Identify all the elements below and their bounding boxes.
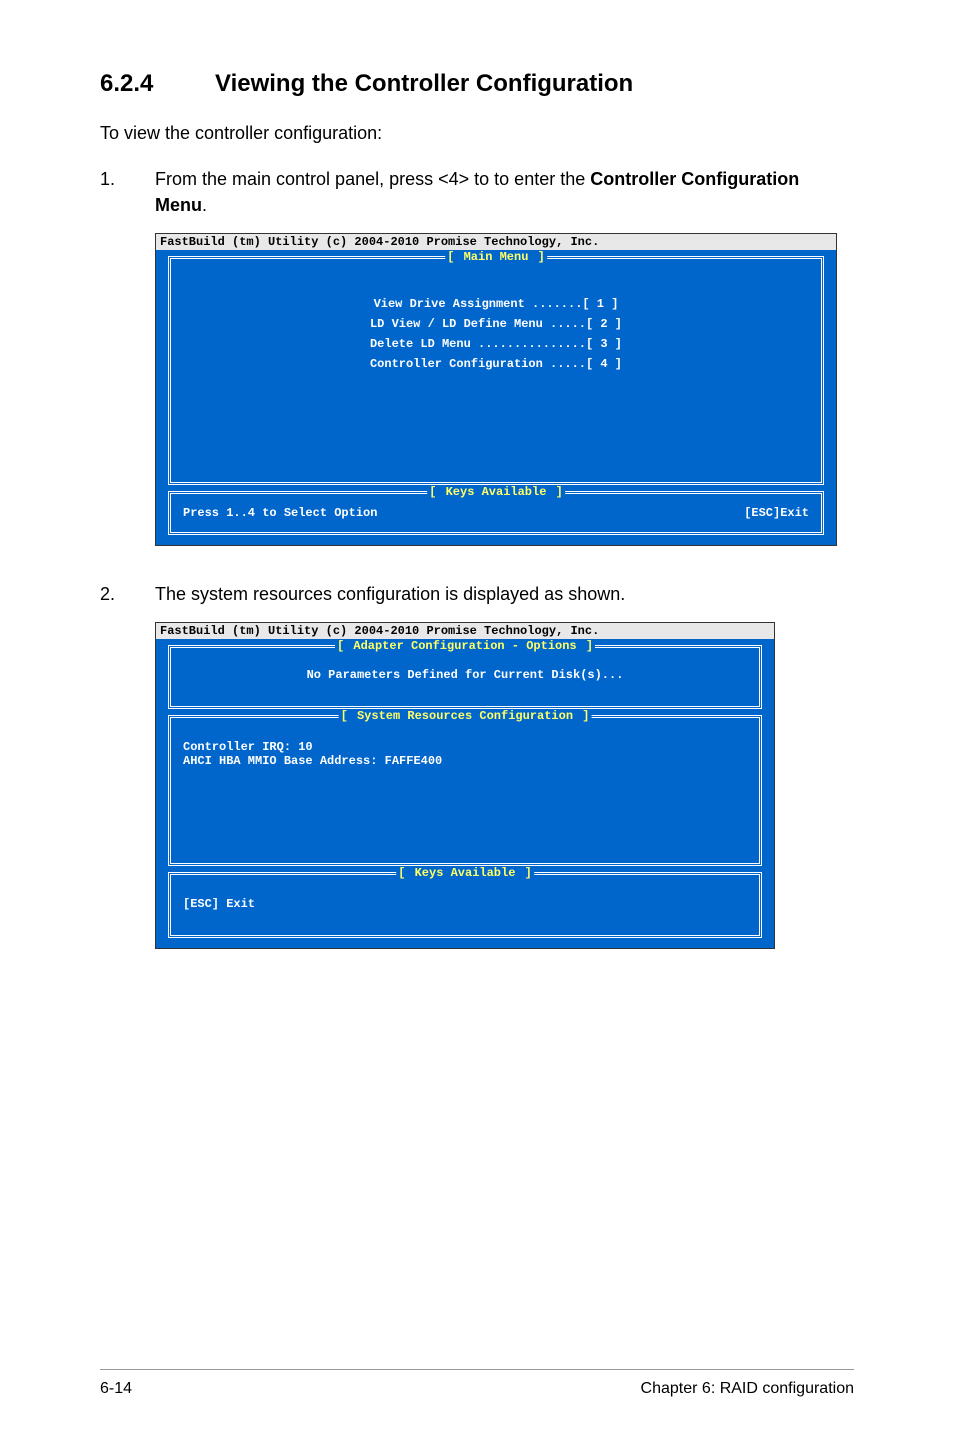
keys-title: Keys Available bbox=[427, 485, 565, 499]
keys-box-2: Keys Available [ESC] Exit bbox=[168, 872, 762, 938]
footer-page-number: 6-14 bbox=[100, 1380, 132, 1398]
main-menu-box: Main Menu View Drive Assignment .......[… bbox=[168, 256, 824, 485]
page-footer: 6-14 Chapter 6: RAID configuration bbox=[100, 1369, 854, 1398]
keys-row: Press 1..4 to Select Option [ESC]Exit bbox=[183, 506, 809, 520]
section-heading: 6.2.4Viewing the Controller Configuratio… bbox=[100, 70, 854, 98]
step-number: 1. bbox=[100, 166, 155, 218]
sysres-content: Controller IRQ: 10 AHCI HBA MMIO Base Ad… bbox=[183, 728, 747, 853]
screenshot-main-menu: FastBuild (tm) Utility (c) 2004-2010 Pro… bbox=[155, 233, 837, 546]
step-2: 2. The system resources configuration is… bbox=[100, 581, 854, 607]
keys-line-2: [ESC] Exit bbox=[183, 897, 747, 911]
keys-content-2: [ESC] Exit bbox=[183, 885, 747, 925]
keys-title-2: Keys Available bbox=[396, 866, 534, 880]
menu-item-1: View Drive Assignment .......[ 1 ] bbox=[370, 297, 622, 311]
sysres-title: System Resources Configuration bbox=[339, 709, 592, 723]
step-content: From the main control panel, press <4> t… bbox=[155, 166, 854, 218]
step-number: 2. bbox=[100, 581, 155, 607]
screenshot-header: FastBuild (tm) Utility (c) 2004-2010 Pro… bbox=[156, 234, 836, 250]
menu-item-3: Delete LD Menu ...............[ 3 ] bbox=[370, 337, 622, 351]
footer-chapter: Chapter 6: RAID configuration bbox=[641, 1380, 854, 1398]
screenshot-sysres: FastBuild (tm) Utility (c) 2004-2010 Pro… bbox=[155, 622, 775, 949]
screenshot-header-2: FastBuild (tm) Utility (c) 2004-2010 Pro… bbox=[156, 623, 774, 639]
main-menu-title: Main Menu bbox=[445, 250, 547, 264]
sysres-line1: Controller IRQ: 10 bbox=[183, 740, 747, 754]
keys-box: Keys Available Press 1..4 to Select Opti… bbox=[168, 491, 824, 535]
adapter-title: Adapter Configuration - Options bbox=[335, 639, 595, 653]
sysres-line2: AHCI HBA MMIO Base Address: FAFFE400 bbox=[183, 754, 747, 768]
menu-item-2: LD View / LD Define Menu .....[ 2 ] bbox=[370, 317, 622, 331]
keys-right: [ESC]Exit bbox=[744, 506, 809, 520]
keys-left: Press 1..4 to Select Option bbox=[183, 506, 377, 520]
heading-number: 6.2.4 bbox=[100, 70, 215, 98]
step-text-before: From the main control panel, press <4> t… bbox=[155, 169, 590, 189]
adapter-box: Adapter Configuration - Options No Param… bbox=[168, 645, 762, 709]
step-text-after: . bbox=[202, 195, 207, 215]
sysres-box: System Resources Configuration Controlle… bbox=[168, 715, 762, 866]
blue-panel: Main Menu View Drive Assignment .......[… bbox=[156, 250, 836, 545]
heading-title: Viewing the Controller Configuration bbox=[215, 70, 633, 97]
step-1: 1. From the main control panel, press <4… bbox=[100, 166, 854, 218]
menu-item-4: Controller Configuration .....[ 4 ] bbox=[370, 357, 622, 371]
adapter-content: No Parameters Defined for Current Disk(s… bbox=[183, 668, 747, 682]
adapter-content-wrap: No Parameters Defined for Current Disk(s… bbox=[183, 658, 747, 696]
step-content: The system resources configuration is di… bbox=[155, 581, 854, 607]
blue-panel-2: Adapter Configuration - Options No Param… bbox=[156, 639, 774, 948]
menu-content: View Drive Assignment .......[ 1 ] LD Vi… bbox=[183, 269, 809, 472]
intro-text: To view the controller configuration: bbox=[100, 120, 854, 146]
